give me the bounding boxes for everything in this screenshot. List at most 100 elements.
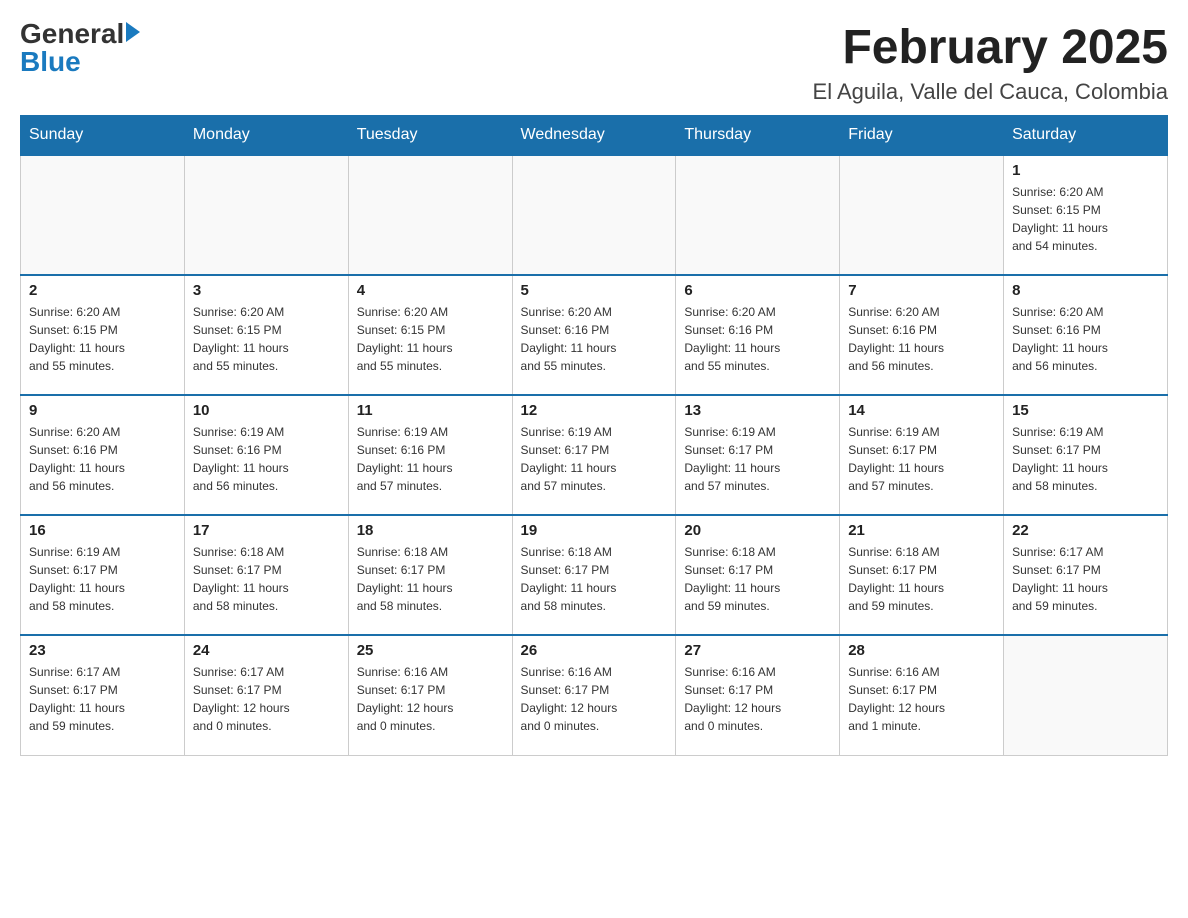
day-info: Sunrise: 6:19 AM Sunset: 6:17 PM Dayligh… [29, 543, 176, 615]
day-info: Sunrise: 6:20 AM Sunset: 6:16 PM Dayligh… [1012, 303, 1159, 375]
day-of-week-thursday: Thursday [676, 116, 840, 156]
day-info: Sunrise: 6:18 AM Sunset: 6:17 PM Dayligh… [193, 543, 340, 615]
week-row-4: 16 Sunrise: 6:19 AM Sunset: 6:17 PM Dayli… [21, 515, 1168, 635]
week-row-1: 1Sunrise: 6:20 AM Sunset: 6:15 PM Daylig… [21, 155, 1168, 275]
day-number: 26 [521, 642, 668, 659]
calendar-cell: 27 Sunrise: 6:16 AM Sunset: 6:17 PM Dayli… [676, 635, 840, 755]
calendar-cell: 14 Sunrise: 6:19 AM Sunset: 6:17 PM Dayli… [840, 395, 1004, 515]
day-number: 14 [848, 402, 995, 419]
day-number: 22 [1012, 522, 1159, 539]
day-number: 10 [193, 402, 340, 419]
calendar-cell [676, 155, 840, 275]
calendar-cell: 11 Sunrise: 6:19 AM Sunset: 6:16 PM Dayli… [348, 395, 512, 515]
calendar-cell [1004, 635, 1168, 755]
calendar-cell: 7 Sunrise: 6:20 AM Sunset: 6:16 PM Daylig… [840, 275, 1004, 395]
logo-general-text: General [20, 20, 124, 48]
day-info: Sunrise: 6:17 AM Sunset: 6:17 PM Dayligh… [29, 663, 176, 735]
day-info: Sunrise: 6:20 AM Sunset: 6:16 PM Dayligh… [29, 423, 176, 495]
day-info: Sunrise: 6:19 AM Sunset: 6:16 PM Dayligh… [357, 423, 504, 495]
day-number: 15 [1012, 402, 1159, 419]
day-info: Sunrise: 6:19 AM Sunset: 6:17 PM Dayligh… [848, 423, 995, 495]
day-info: Sunrise: 6:17 AM Sunset: 6:17 PM Dayligh… [193, 663, 340, 735]
calendar-cell: 15 Sunrise: 6:19 AM Sunset: 6:17 PM Dayli… [1004, 395, 1168, 515]
calendar-cell: 2 Sunrise: 6:20 AM Sunset: 6:15 PM Daylig… [21, 275, 185, 395]
day-info: Sunrise: 6:20 AM Sunset: 6:15 PM Dayligh… [29, 303, 176, 375]
day-info: Sunrise: 6:19 AM Sunset: 6:17 PM Dayligh… [521, 423, 668, 495]
calendar-cell: 1Sunrise: 6:20 AM Sunset: 6:15 PM Daylig… [1004, 155, 1168, 275]
day-info: Sunrise: 6:20 AM Sunset: 6:16 PM Dayligh… [848, 303, 995, 375]
day-number: 13 [684, 402, 831, 419]
day-number: 20 [684, 522, 831, 539]
calendar-cell: 25 Sunrise: 6:16 AM Sunset: 6:17 PM Dayli… [348, 635, 512, 755]
day-info: Sunrise: 6:18 AM Sunset: 6:17 PM Dayligh… [684, 543, 831, 615]
calendar-cell [21, 155, 185, 275]
day-number: 18 [357, 522, 504, 539]
calendar-cell: 23 Sunrise: 6:17 AM Sunset: 6:17 PM Dayli… [21, 635, 185, 755]
calendar-cell: 16 Sunrise: 6:19 AM Sunset: 6:17 PM Dayli… [21, 515, 185, 635]
calendar-cell: 20 Sunrise: 6:18 AM Sunset: 6:17 PM Dayli… [676, 515, 840, 635]
day-of-week-wednesday: Wednesday [512, 116, 676, 156]
day-of-week-monday: Monday [184, 116, 348, 156]
day-info: Sunrise: 6:16 AM Sunset: 6:17 PM Dayligh… [684, 663, 831, 735]
day-number: 16 [29, 522, 176, 539]
calendar-cell: 22 Sunrise: 6:17 AM Sunset: 6:17 PM Dayli… [1004, 515, 1168, 635]
day-info: Sunrise: 6:19 AM Sunset: 6:16 PM Dayligh… [193, 423, 340, 495]
day-number: 19 [521, 522, 668, 539]
day-info: Sunrise: 6:17 AM Sunset: 6:17 PM Dayligh… [1012, 543, 1159, 615]
day-number: 27 [684, 642, 831, 659]
day-number: 11 [357, 402, 504, 419]
day-info: Sunrise: 6:16 AM Sunset: 6:17 PM Dayligh… [357, 663, 504, 735]
day-of-week-sunday: Sunday [21, 116, 185, 156]
calendar-cell: 18 Sunrise: 6:18 AM Sunset: 6:17 PM Dayli… [348, 515, 512, 635]
day-of-week-saturday: Saturday [1004, 116, 1168, 156]
day-info: Sunrise: 6:20 AM Sunset: 6:16 PM Dayligh… [521, 303, 668, 375]
day-info: Sunrise: 6:20 AM Sunset: 6:15 PM Dayligh… [193, 303, 340, 375]
day-number: 8 [1012, 282, 1159, 299]
day-number: 3 [193, 282, 340, 299]
day-info: Sunrise: 6:16 AM Sunset: 6:17 PM Dayligh… [521, 663, 668, 735]
day-number: 1 [1012, 162, 1159, 179]
day-number: 24 [193, 642, 340, 659]
day-number: 25 [357, 642, 504, 659]
day-number: 4 [357, 282, 504, 299]
calendar-cell: 8 Sunrise: 6:20 AM Sunset: 6:16 PM Daylig… [1004, 275, 1168, 395]
calendar-cell [184, 155, 348, 275]
day-info: Sunrise: 6:20 AM Sunset: 6:16 PM Dayligh… [684, 303, 831, 375]
calendar-header-row: SundayMondayTuesdayWednesdayThursdayFrid… [21, 116, 1168, 156]
week-row-2: 2 Sunrise: 6:20 AM Sunset: 6:15 PM Daylig… [21, 275, 1168, 395]
month-title: February 2025 [813, 20, 1168, 75]
day-number: 23 [29, 642, 176, 659]
day-number: 6 [684, 282, 831, 299]
page-header: General Blue February 2025 El Aguila, Va… [20, 20, 1168, 105]
day-info: Sunrise: 6:18 AM Sunset: 6:17 PM Dayligh… [357, 543, 504, 615]
calendar-cell: 21Sunrise: 6:18 AM Sunset: 6:17 PM Dayli… [840, 515, 1004, 635]
day-number: 9 [29, 402, 176, 419]
day-info: Sunrise: 6:19 AM Sunset: 6:17 PM Dayligh… [684, 423, 831, 495]
calendar-cell: 10 Sunrise: 6:19 AM Sunset: 6:16 PM Dayli… [184, 395, 348, 515]
calendar-cell: 3 Sunrise: 6:20 AM Sunset: 6:15 PM Daylig… [184, 275, 348, 395]
location-title: El Aguila, Valle del Cauca, Colombia [813, 79, 1168, 105]
day-info: Sunrise: 6:19 AM Sunset: 6:17 PM Dayligh… [1012, 423, 1159, 495]
calendar-cell: 24 Sunrise: 6:17 AM Sunset: 6:17 PM Dayli… [184, 635, 348, 755]
day-number: 12 [521, 402, 668, 419]
calendar-cell [348, 155, 512, 275]
title-section: February 2025 El Aguila, Valle del Cauca… [813, 20, 1168, 105]
day-of-week-friday: Friday [840, 116, 1004, 156]
day-number: 5 [521, 282, 668, 299]
day-number: 7 [848, 282, 995, 299]
logo-blue-text: Blue [20, 48, 81, 76]
logo: General Blue [20, 20, 140, 76]
logo-arrow-icon [126, 22, 140, 42]
calendar-cell: 19 Sunrise: 6:18 AM Sunset: 6:17 PM Dayli… [512, 515, 676, 635]
calendar-cell: 17 Sunrise: 6:18 AM Sunset: 6:17 PM Dayli… [184, 515, 348, 635]
day-of-week-tuesday: Tuesday [348, 116, 512, 156]
calendar-cell: 26 Sunrise: 6:16 AM Sunset: 6:17 PM Dayli… [512, 635, 676, 755]
calendar-cell: 28Sunrise: 6:16 AM Sunset: 6:17 PM Dayli… [840, 635, 1004, 755]
calendar-cell: 6 Sunrise: 6:20 AM Sunset: 6:16 PM Daylig… [676, 275, 840, 395]
day-info: Sunrise: 6:18 AM Sunset: 6:17 PM Dayligh… [521, 543, 668, 615]
calendar-cell: 4Sunrise: 6:20 AM Sunset: 6:15 PM Daylig… [348, 275, 512, 395]
week-row-3: 9 Sunrise: 6:20 AM Sunset: 6:16 PM Daylig… [21, 395, 1168, 515]
day-number: 2 [29, 282, 176, 299]
week-row-5: 23 Sunrise: 6:17 AM Sunset: 6:17 PM Dayli… [21, 635, 1168, 755]
day-number: 17 [193, 522, 340, 539]
